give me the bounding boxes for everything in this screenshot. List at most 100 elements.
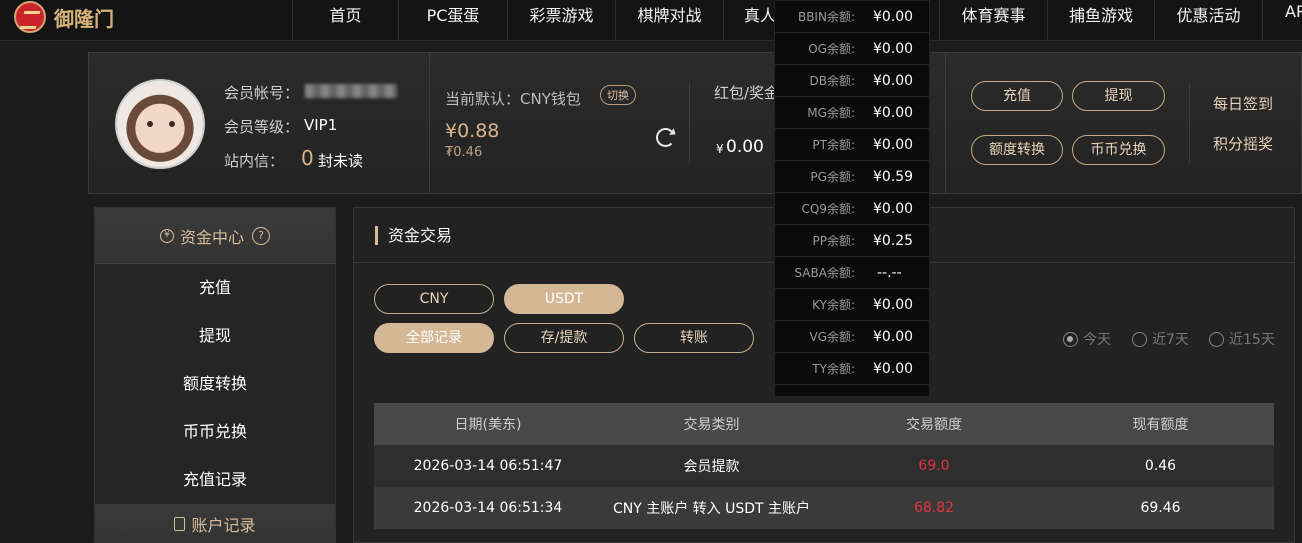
- balance-value: ¥0.00: [873, 328, 914, 345]
- cell-date: 2026-03-14 06:51:34: [374, 487, 602, 529]
- balance-value: ¥0.00: [873, 200, 914, 217]
- inbox-label: 站内信：: [224, 152, 285, 170]
- logo-emblem-icon: [14, 1, 46, 33]
- balance-label: BBIN余额:: [797, 10, 855, 24]
- points-lottery-link[interactable]: 积分摇奖: [1213, 133, 1273, 154]
- sidebar-account-records[interactable]: 账户记录: [95, 504, 335, 543]
- balance-row-ty: TY余额: ¥0.00: [775, 353, 929, 385]
- balance-value: ¥0.00: [873, 360, 914, 377]
- balance-row-ky: KY余额: ¥0.00: [775, 289, 929, 321]
- cell-type: 会员提款: [602, 445, 821, 487]
- nav-chess[interactable]: 棋牌对战: [615, 0, 723, 40]
- balance-label: KY余额:: [812, 298, 855, 312]
- level-value: VIP1: [304, 116, 338, 134]
- sidebar-item-transfer[interactable]: 额度转换: [95, 360, 335, 408]
- range-15-days[interactable]: 近15天: [1209, 329, 1275, 349]
- cell-balance: 69.46: [1047, 487, 1274, 529]
- balance-label: MG余额:: [807, 106, 855, 120]
- range-7-days[interactable]: 近7天: [1132, 329, 1189, 349]
- currency-tab-usdt[interactable]: USDT: [504, 284, 624, 314]
- table-row: 2026-03-14 06:51:47 会员提款 69.0 0.46: [374, 445, 1274, 487]
- balance-value: ¥0.25: [873, 232, 914, 249]
- member-id-value-redacted: [305, 84, 397, 98]
- balance-row-cq9: CQ9余额: ¥0.00: [775, 193, 929, 225]
- switch-wallet-button[interactable]: 切换: [600, 85, 636, 105]
- balance-value: ¥0.00: [873, 8, 914, 25]
- sidebar-item-exchange[interactable]: 币币兑换: [95, 408, 335, 456]
- tab-transfer[interactable]: 转账: [634, 323, 754, 353]
- balance-label: OG余额:: [808, 42, 855, 56]
- nav-pc-egg[interactable]: PC蛋蛋: [398, 0, 507, 40]
- member-id-label: 会员帐号：: [224, 84, 300, 102]
- balance-label: TY余额:: [812, 362, 855, 376]
- cell-amount: 69.0: [821, 445, 1047, 487]
- nav-home[interactable]: 首页: [292, 0, 398, 40]
- nav-sports[interactable]: 体育赛事: [939, 0, 1047, 40]
- col-amount: 交易额度: [821, 403, 1047, 445]
- wallet-label: 当前默认：CNY钱包: [445, 90, 581, 108]
- nav-promotions[interactable]: 优惠活动: [1154, 0, 1262, 40]
- balance-label: VG余额:: [809, 330, 855, 344]
- table-row: 2026-03-14 06:51:34 CNY 主账户 转入 USDT 主账户 …: [374, 487, 1274, 529]
- daily-signin-link[interactable]: 每日签到: [1213, 93, 1273, 114]
- help-icon[interactable]: ?: [252, 226, 270, 245]
- sidebar: ¥ 资金中心 ? 充值 提现 额度转换 币币兑换 充值记录 账户记录: [94, 207, 336, 543]
- col-type: 交易类别: [602, 403, 821, 445]
- balance-row-bbin: BBIN余额: ¥0.00: [775, 1, 929, 33]
- balance-row-pg: PG余额: ¥0.59: [775, 161, 929, 193]
- exchange-button[interactable]: 币币兑换: [1072, 135, 1165, 165]
- deposit-button[interactable]: 充值: [971, 81, 1063, 111]
- inbox-suffix: 封未读: [318, 152, 364, 170]
- nav-lottery[interactable]: 彩票游戏: [507, 0, 615, 40]
- radio-checked-icon: [1063, 331, 1078, 347]
- withdraw-button[interactable]: 提现: [1072, 81, 1165, 111]
- currency-tab-cny[interactable]: CNY: [374, 284, 494, 314]
- radio-icon: [1209, 331, 1224, 347]
- avatar: [115, 79, 205, 169]
- range-label: 今天: [1083, 332, 1111, 348]
- nav-fishing[interactable]: 捕鱼游戏: [1047, 0, 1154, 40]
- top-navigation: 御隆门 首页 PC蛋蛋 彩票游戏 棋牌对战 真人 体育赛事 捕鱼游戏 优惠活动 …: [0, 0, 1302, 41]
- level-label: 会员等级：: [224, 118, 300, 136]
- sidebar-item-deposit[interactable]: 充值: [95, 264, 335, 312]
- balance-row-vg: VG余额: ¥0.00: [775, 321, 929, 353]
- sidebar-item-deposit-history[interactable]: 充值记录: [95, 456, 335, 504]
- balance-value: ¥0.00: [873, 104, 914, 121]
- cell-balance: 0.46: [1047, 445, 1274, 487]
- redpacket-label: 红包/奖金: [714, 84, 780, 102]
- tab-deposit-withdraw[interactable]: 存/提款: [504, 323, 624, 353]
- balance-value: ¥0.00: [873, 296, 914, 313]
- sidebar-header: ¥ 资金中心 ?: [95, 208, 335, 264]
- balance-value: ¥0.00: [873, 40, 914, 57]
- sidebar-item-withdraw[interactable]: 提现: [95, 312, 335, 360]
- balance-label: DB余额:: [809, 74, 855, 88]
- balance-row-db: DB余额: ¥0.00: [775, 65, 929, 97]
- cell-type: CNY 主账户 转入 USDT 主账户: [602, 487, 821, 529]
- refresh-icon[interactable]: [656, 128, 675, 147]
- yen-coin-icon: ¥: [159, 228, 174, 243]
- balance-main: ¥0.88: [445, 120, 500, 142]
- tab-all-records[interactable]: 全部记录: [374, 323, 494, 353]
- col-balance: 现有额度: [1047, 403, 1274, 445]
- balance-row-og: OG余额: ¥0.00: [775, 33, 929, 65]
- divider: [1189, 83, 1190, 163]
- balance-value: ¥0.59: [873, 168, 914, 185]
- balance-label: PT余额:: [812, 138, 855, 152]
- page-title: 资金交易: [375, 226, 452, 245]
- balance-label: CQ9余额:: [801, 202, 855, 216]
- nav-app[interactable]: AP: [1262, 0, 1302, 40]
- cell-date: 2026-03-14 06:51:47: [374, 445, 602, 487]
- balance-label: SABA余额:: [794, 266, 855, 280]
- transfer-button[interactable]: 额度转换: [971, 135, 1063, 165]
- balance-value: --.--: [877, 264, 902, 281]
- site-logo[interactable]: 御隆门: [14, 0, 114, 34]
- col-date: 日期(美东): [374, 403, 602, 445]
- inbox-count[interactable]: 0: [301, 146, 314, 170]
- cell-amount: 68.82: [821, 487, 1047, 529]
- redpacket-currency: ¥: [716, 142, 724, 156]
- divider: [689, 83, 690, 163]
- balance-row-saba: SABA余额: --.--: [775, 257, 929, 289]
- range-today[interactable]: 今天: [1063, 329, 1111, 349]
- balance-value: ¥0.00: [873, 136, 914, 153]
- sidebar-title: 资金中心: [179, 227, 244, 247]
